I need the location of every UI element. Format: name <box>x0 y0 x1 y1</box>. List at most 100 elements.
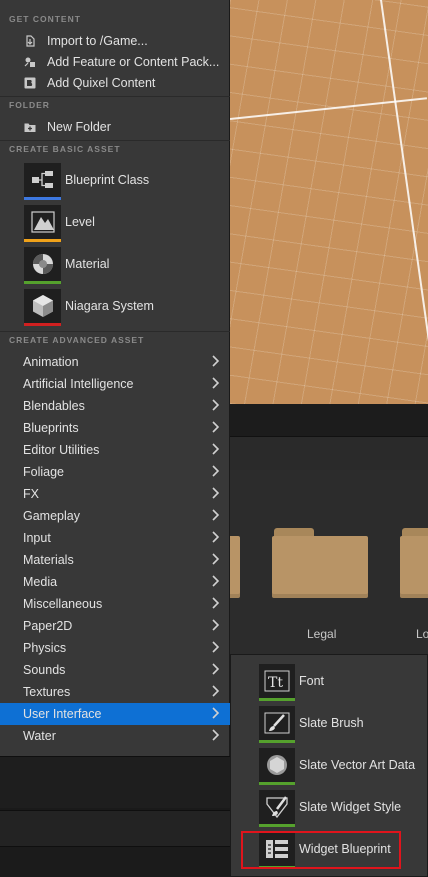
separator <box>0 96 230 97</box>
blueprint-class-icon <box>24 163 61 200</box>
niagara-system-icon <box>24 289 61 326</box>
bottom-panel <box>0 810 230 846</box>
menu-item-artificial-intelligence[interactable]: Artificial Intelligence <box>0 373 230 395</box>
menu-item-label: Blueprint Class <box>65 173 150 187</box>
submenu-item-slate-vector-art-data[interactable]: Slate Vector Art Data <box>231 745 428 787</box>
menu-item-textures[interactable]: Textures <box>0 681 230 703</box>
folder-icon[interactable] <box>400 528 428 598</box>
folder-icon[interactable] <box>272 528 368 598</box>
asset-type-color-bar <box>259 740 295 743</box>
menu-item-label: Gameplay <box>23 509 80 523</box>
highlight-box <box>241 831 401 869</box>
chevron-right-icon <box>211 376 221 390</box>
feature-pack-icon <box>24 56 36 68</box>
chevron-right-icon <box>211 684 221 698</box>
menu-item-input[interactable]: Input <box>0 527 230 549</box>
menu-item-label: Media <box>23 575 58 589</box>
slate-vector-art-icon <box>259 748 295 785</box>
menu-item-label: Artificial Intelligence <box>23 377 134 391</box>
menu-item-add-quixel[interactable]: Add Quixel Content <box>0 72 230 94</box>
level-viewport[interactable] <box>230 0 428 404</box>
menu-item-label: FX <box>23 487 39 501</box>
menu-item-label: Animation <box>23 355 79 369</box>
menu-item-add-feature-pack[interactable]: Add Feature or Content Pack... <box>0 51 230 73</box>
menu-item-niagara-system[interactable]: Niagara System <box>0 286 230 328</box>
menu-item-label: Sounds <box>23 663 66 677</box>
chevron-right-icon <box>211 728 221 742</box>
level-icon <box>24 205 61 242</box>
menu-item-label: Niagara System <box>65 299 154 313</box>
asset-type-color-bar <box>24 239 61 242</box>
section-header-create-advanced-asset: CREATE ADVANCED ASSET <box>9 335 145 345</box>
menu-item-physics[interactable]: Physics <box>0 637 230 659</box>
chevron-right-icon <box>211 398 221 412</box>
separator <box>0 331 230 332</box>
menu-item-paper2d[interactable]: Paper2D <box>0 615 230 637</box>
menu-item-label: Add Quixel Content <box>47 76 156 90</box>
asset-type-color-bar <box>259 782 295 785</box>
menu-item-label: Blueprints <box>23 421 79 435</box>
menu-item-level[interactable]: Level <box>0 202 230 244</box>
menu-item-blendables[interactable]: Blendables <box>0 395 230 417</box>
menu-item-sounds[interactable]: Sounds <box>0 659 230 681</box>
section-header-get-content: GET CONTENT <box>9 14 81 24</box>
menu-item-animation[interactable]: Animation <box>0 351 230 373</box>
submenu-item-slate-widget-style[interactable]: Slate Widget Style <box>231 787 428 829</box>
chevron-right-icon <box>211 420 221 434</box>
menu-item-media[interactable]: Media <box>0 571 230 593</box>
menu-item-label: Import to /Game... <box>47 34 148 48</box>
menu-item-label: Blendables <box>23 399 85 413</box>
menu-item-water[interactable]: Water <box>0 725 230 747</box>
bottom-panel <box>0 756 230 808</box>
menu-item-label: Editor Utilities <box>23 443 100 457</box>
menu-item-miscellaneous[interactable]: Miscellaneous <box>0 593 230 615</box>
slate-brush-icon <box>259 706 295 743</box>
menu-item-label: Input <box>23 531 51 545</box>
asset-type-color-bar <box>259 698 295 701</box>
chevron-right-icon <box>211 486 221 500</box>
menu-item-label: Paper2D <box>23 619 73 633</box>
menu-item-materials[interactable]: Materials <box>0 549 230 571</box>
chevron-right-icon <box>211 706 221 720</box>
menu-item-label: New Folder <box>47 120 111 134</box>
add-context-menu: GET CONTENT Import to /Game... Add Featu… <box>0 0 230 756</box>
chevron-right-icon <box>211 530 221 544</box>
chevron-right-icon <box>211 574 221 588</box>
menu-item-foliage[interactable]: Foliage <box>0 461 230 483</box>
submenu-item-slate-brush[interactable]: Slate Brush <box>231 703 428 745</box>
menu-item-label: Material <box>65 257 110 271</box>
menu-item-label: Physics <box>23 641 67 655</box>
font-icon: Tt <box>259 664 295 701</box>
submenu-item-label: Slate Widget Style <box>299 800 402 814</box>
menu-item-blueprint-class[interactable]: Blueprint Class <box>0 160 230 202</box>
menu-item-user-interface[interactable]: User Interface <box>0 703 230 725</box>
viewport-grid-line <box>380 0 428 401</box>
chevron-right-icon <box>211 442 221 456</box>
slate-widget-style-icon <box>259 790 295 827</box>
submenu-item-label: Font <box>299 674 325 688</box>
menu-item-editor-utilities[interactable]: Editor Utilities <box>0 439 230 461</box>
material-icon <box>24 247 61 284</box>
content-browser-tabbar <box>230 404 428 436</box>
menu-item-gameplay[interactable]: Gameplay <box>0 505 230 527</box>
import-icon <box>24 35 36 47</box>
menu-item-blueprints[interactable]: Blueprints <box>0 417 230 439</box>
section-header-folder: FOLDER <box>9 100 50 110</box>
menu-item-material[interactable]: Material <box>0 244 230 286</box>
svg-text:Tt: Tt <box>268 675 283 691</box>
menu-item-label: Miscellaneous <box>23 597 103 611</box>
menu-item-label: Foliage <box>23 465 64 479</box>
menu-item-label: User Interface <box>23 707 102 721</box>
submenu-item-font[interactable]: Tt Font <box>231 661 428 703</box>
menu-item-label: Add Feature or Content Pack... <box>47 55 220 69</box>
separator <box>0 140 230 141</box>
menu-item-import[interactable]: Import to /Game... <box>0 30 230 52</box>
menu-item-label: Water <box>23 729 56 743</box>
chevron-right-icon <box>211 640 221 654</box>
submenu-item-label: Slate Vector Art Data <box>299 758 416 772</box>
menu-item-fx[interactable]: FX <box>0 483 230 505</box>
asset-type-color-bar <box>24 281 61 284</box>
menu-item-new-folder[interactable]: New Folder <box>0 116 230 138</box>
chevron-right-icon <box>211 662 221 676</box>
asset-type-color-bar <box>24 323 61 326</box>
